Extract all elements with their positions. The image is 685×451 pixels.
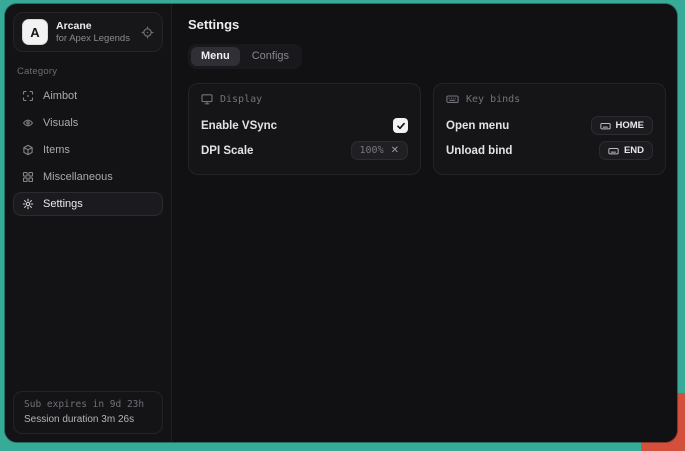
dpi-value: 100% — [360, 145, 384, 156]
open-menu-row: Open menu HOME — [446, 113, 653, 138]
gear-icon — [22, 198, 34, 210]
sidebar-item-label: Miscellaneous — [43, 171, 113, 183]
eye-icon — [22, 117, 34, 129]
keybinds-card-header: Key binds — [446, 93, 653, 105]
open-menu-key-label: HOME — [616, 120, 645, 131]
grid-icon — [22, 171, 34, 183]
vsync-row: Enable VSync — [201, 113, 408, 138]
crosshair-icon — [22, 90, 34, 102]
display-card: Display Enable VSync DPI Scale 100% ✕ — [188, 83, 421, 175]
unload-keybind-button[interactable]: END — [599, 141, 653, 160]
keyboard-icon — [600, 121, 611, 131]
unload-bind-row: Unload bind END — [446, 138, 653, 163]
tab-configs[interactable]: Configs — [242, 47, 299, 66]
main-content: Settings Menu Configs Display — [172, 4, 677, 442]
dpi-label: DPI Scale — [201, 145, 253, 157]
sidebar-item-aimbot[interactable]: Aimbot — [13, 84, 163, 108]
check-icon — [396, 121, 406, 131]
sidebar-item-label: Visuals — [43, 117, 78, 129]
display-card-header: Display — [201, 93, 408, 105]
vsync-label: Enable VSync — [201, 120, 277, 132]
open-menu-label: Open menu — [446, 120, 509, 132]
tab-menu[interactable]: Menu — [191, 47, 240, 66]
unload-key-label: END — [624, 145, 644, 156]
sidebar: A Arcane for Apex Legends Category — [5, 4, 172, 442]
brand-subtitle: for Apex Legends — [56, 33, 130, 45]
keybinds-card: Key binds Open menu HOME — [433, 83, 666, 175]
dpi-scale-input[interactable]: 100% ✕ — [351, 141, 408, 160]
unload-bind-label: Unload bind — [446, 145, 512, 157]
page-title: Settings — [188, 17, 666, 32]
settings-tab-bar: Menu Configs — [188, 44, 302, 69]
display-card-title: Display — [220, 94, 262, 105]
vsync-checkbox[interactable] — [393, 118, 408, 133]
sidebar-item-items[interactable]: Items — [13, 138, 163, 162]
sidebar-item-settings[interactable]: Settings — [13, 192, 163, 216]
subscription-info-box: Sub expires in 9d 23h Session duration 3… — [13, 391, 163, 434]
brand-header: A Arcane for Apex Legends — [13, 12, 163, 52]
sidebar-item-label: Items — [43, 144, 70, 156]
app-logo: A — [22, 19, 48, 45]
keyboard-icon — [446, 93, 459, 105]
sidebar-item-label: Aimbot — [43, 90, 77, 102]
brand-title: Arcane — [56, 20, 130, 33]
session-duration-text: Session duration 3m 26s — [24, 414, 152, 425]
keybinds-card-title: Key binds — [466, 94, 520, 105]
keyboard-icon — [608, 146, 619, 156]
category-label: Category — [17, 66, 159, 77]
settings-cards: Display Enable VSync DPI Scale 100% ✕ — [188, 83, 666, 175]
sidebar-nav: Aimbot Visuals Items — [13, 84, 163, 216]
box-icon — [22, 144, 34, 156]
dpi-row: DPI Scale 100% ✕ — [201, 138, 408, 163]
brand-text: Arcane for Apex Legends — [56, 20, 130, 45]
clear-icon[interactable]: ✕ — [391, 146, 399, 156]
open-menu-keybind-button[interactable]: HOME — [591, 116, 654, 135]
sidebar-item-label: Settings — [43, 198, 83, 210]
target-icon — [141, 26, 154, 39]
sub-expires-text: Sub expires in 9d 23h — [24, 399, 152, 410]
sidebar-item-visuals[interactable]: Visuals — [13, 111, 163, 135]
monitor-icon — [201, 93, 213, 105]
app-window: A Arcane for Apex Legends Category — [5, 4, 677, 442]
sidebar-item-miscellaneous[interactable]: Miscellaneous — [13, 165, 163, 189]
